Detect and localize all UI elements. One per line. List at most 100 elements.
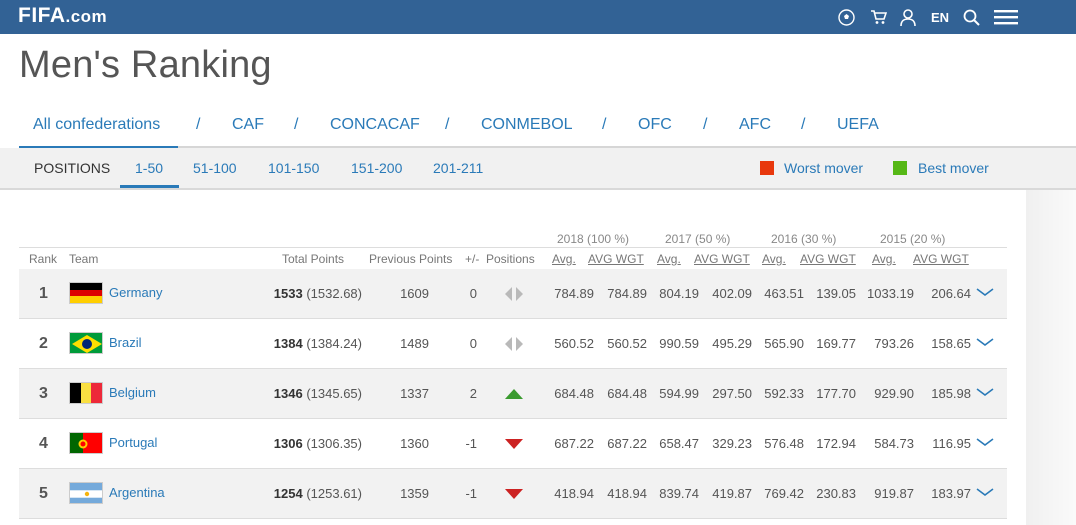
previous-points: 1337 — [400, 386, 429, 401]
col-rank: Rank — [29, 252, 58, 266]
expand-chevron-icon[interactable] — [976, 333, 994, 351]
rank-number: 1 — [39, 285, 48, 302]
total-points-rounded: 1306 — [273, 436, 303, 451]
total-points: 1384 (1384.24) — [272, 319, 362, 368]
tab-afc[interactable]: AFC — [739, 116, 771, 134]
menu-icon[interactable] — [994, 0, 1018, 34]
y2016-wgt-value: 172.94 — [816, 436, 856, 451]
total-points-rounded: 1384 — [273, 336, 303, 351]
expand-chevron-icon[interactable] — [976, 433, 994, 451]
col-2018-avg: Avg. — [552, 252, 576, 266]
rank-number: 5 — [39, 485, 48, 502]
positions-tab-51-100[interactable]: 51-100 — [193, 160, 237, 176]
tab-all-confederations[interactable]: All confederations — [33, 116, 160, 134]
arrow-down-icon — [505, 419, 523, 468]
total-points-exact: (1384.24) — [306, 336, 362, 351]
user-icon[interactable] — [898, 0, 918, 34]
tab-concacaf[interactable]: CONCACAF — [330, 116, 420, 134]
y2017-wgt-value: 419.87 — [712, 486, 752, 501]
total-points-exact: (1532.68) — [306, 286, 362, 301]
arrow-up-icon — [505, 369, 523, 418]
table-row[interactable]: 1 Germany 1533 (1532.68) 1609 0 784.89 784.89 8… — [19, 269, 1007, 319]
search-icon[interactable] — [961, 0, 981, 34]
table-row[interactable]: 2 Brazil 1384 (1384.24) 1489 0 560.52 560.52 99… — [19, 319, 1007, 369]
y2015-avg-value: 919.87 — [874, 486, 914, 501]
y2017-wgt-value: 495.29 — [712, 336, 752, 351]
team-name-link[interactable]: Belgium — [109, 369, 156, 418]
total-points: 1306 (1306.35) — [272, 419, 362, 468]
y2016-wgt-value: 139.05 — [816, 286, 856, 301]
logo-main: FIFA — [18, 4, 66, 27]
y2016-avg-value: 463.51 — [764, 286, 804, 301]
col-total-points: Total Points — [282, 252, 345, 266]
y2015-wgt-value: 206.64 — [931, 286, 971, 301]
tab-ofc[interactable]: OFC — [638, 116, 672, 134]
y2015-wgt-value: 116.95 — [932, 436, 971, 451]
no-change-icon — [505, 319, 523, 368]
y2016-avg-value: 592.33 — [764, 386, 804, 401]
rank-number: 3 — [39, 385, 48, 402]
rank-difference: -1 — [465, 486, 477, 501]
team-name-link[interactable]: Argentina — [109, 469, 165, 518]
table-row[interactable]: 3 Belgium 1346 (1345.65) 1337 2 684.48 684.48 5… — [19, 369, 1007, 419]
germany-flag-icon — [69, 282, 103, 304]
col-2017-avg-wgt: AVG WGT — [694, 252, 750, 266]
y2015-wgt-value: 158.65 — [931, 336, 971, 351]
tab-separator: / — [703, 116, 708, 133]
tab-conmebol[interactable]: CONMEBOL — [481, 116, 573, 134]
best-mover-label: Best mover — [918, 160, 989, 176]
y2016-wgt-value: 177.70 — [816, 386, 856, 401]
table-row[interactable]: 4 Portugal 1306 (1306.35) 1360 -1 687.22 687.2… — [19, 419, 1007, 469]
y2015-avg-value: 584.73 — [874, 436, 914, 451]
y2015-avg-value: 793.26 — [874, 336, 914, 351]
positions-tab-201-211[interactable]: 201-211 — [433, 160, 483, 176]
y2015-wgt-value: 185.98 — [931, 386, 971, 401]
positions-tab-151-200[interactable]: 151-200 — [351, 160, 402, 176]
ball-icon[interactable] — [836, 0, 856, 34]
y2016-avg-value: 769.42 — [764, 486, 804, 501]
top-navbar: FIFA.com EN — [0, 0, 1076, 34]
cart-icon[interactable] — [868, 0, 888, 34]
y2018-avg-value: 687.22 — [554, 436, 594, 451]
total-points-exact: (1345.65) — [306, 386, 362, 401]
table-row[interactable]: 5 Argentina 1254 (1253.61) 1359 -1 418.94 418.… — [19, 469, 1007, 519]
y2018-avg-value: 684.48 — [554, 386, 594, 401]
team-name-link[interactable]: Portugal — [109, 419, 157, 468]
tab-caf[interactable]: CAF — [232, 116, 264, 134]
expand-chevron-icon[interactable] — [976, 383, 994, 401]
y2017-avg-value: 990.59 — [659, 336, 699, 351]
positions-tab-1-50[interactable]: 1-50 — [135, 160, 163, 176]
expand-chevron-icon[interactable] — [976, 283, 994, 301]
tab-separator: / — [196, 116, 201, 133]
team-name-link[interactable]: Brazil — [109, 319, 142, 368]
tab-separator: / — [602, 116, 607, 133]
active-position-indicator — [120, 185, 179, 188]
fifa-logo[interactable]: FIFA.com — [18, 4, 107, 28]
team-name-link[interactable]: Germany — [109, 269, 162, 318]
y2018-wgt-value: 784.89 — [607, 286, 647, 301]
rank-number: 4 — [39, 435, 48, 452]
rank-difference: 2 — [469, 386, 477, 401]
col-team: Team — [69, 252, 99, 266]
expand-chevron-icon[interactable] — [976, 483, 994, 501]
y2017-wgt-value: 297.50 — [712, 386, 752, 401]
language-selector[interactable]: EN — [928, 0, 952, 34]
arrow-down-icon — [505, 469, 523, 518]
logo-suffix: .com — [65, 7, 108, 26]
worst-mover-label: Worst mover — [784, 160, 864, 176]
ranking-table: 2018 (100 %) 2017 (50 %) 2016 (30 %) 201… — [19, 190, 1007, 525]
best-mover-swatch — [893, 161, 907, 175]
rank-difference: 0 — [469, 336, 477, 351]
rank-difference: -1 — [465, 436, 477, 451]
group-header-2015: 2015 (20 %) — [880, 232, 946, 246]
previous-points: 1360 — [400, 436, 429, 451]
col-positions: Positions — [486, 252, 535, 266]
y2018-wgt-value: 418.94 — [607, 486, 647, 501]
positions-tab-101-150[interactable]: 101-150 — [268, 160, 319, 176]
col-2016-avg: Avg. — [762, 252, 786, 266]
total-points-rounded: 1254 — [273, 486, 303, 501]
total-points-rounded: 1346 — [273, 386, 303, 401]
y2016-avg-value: 565.90 — [764, 336, 804, 351]
tab-uefa[interactable]: UEFA — [837, 116, 879, 134]
y2015-avg-value: 929.90 — [874, 386, 914, 401]
